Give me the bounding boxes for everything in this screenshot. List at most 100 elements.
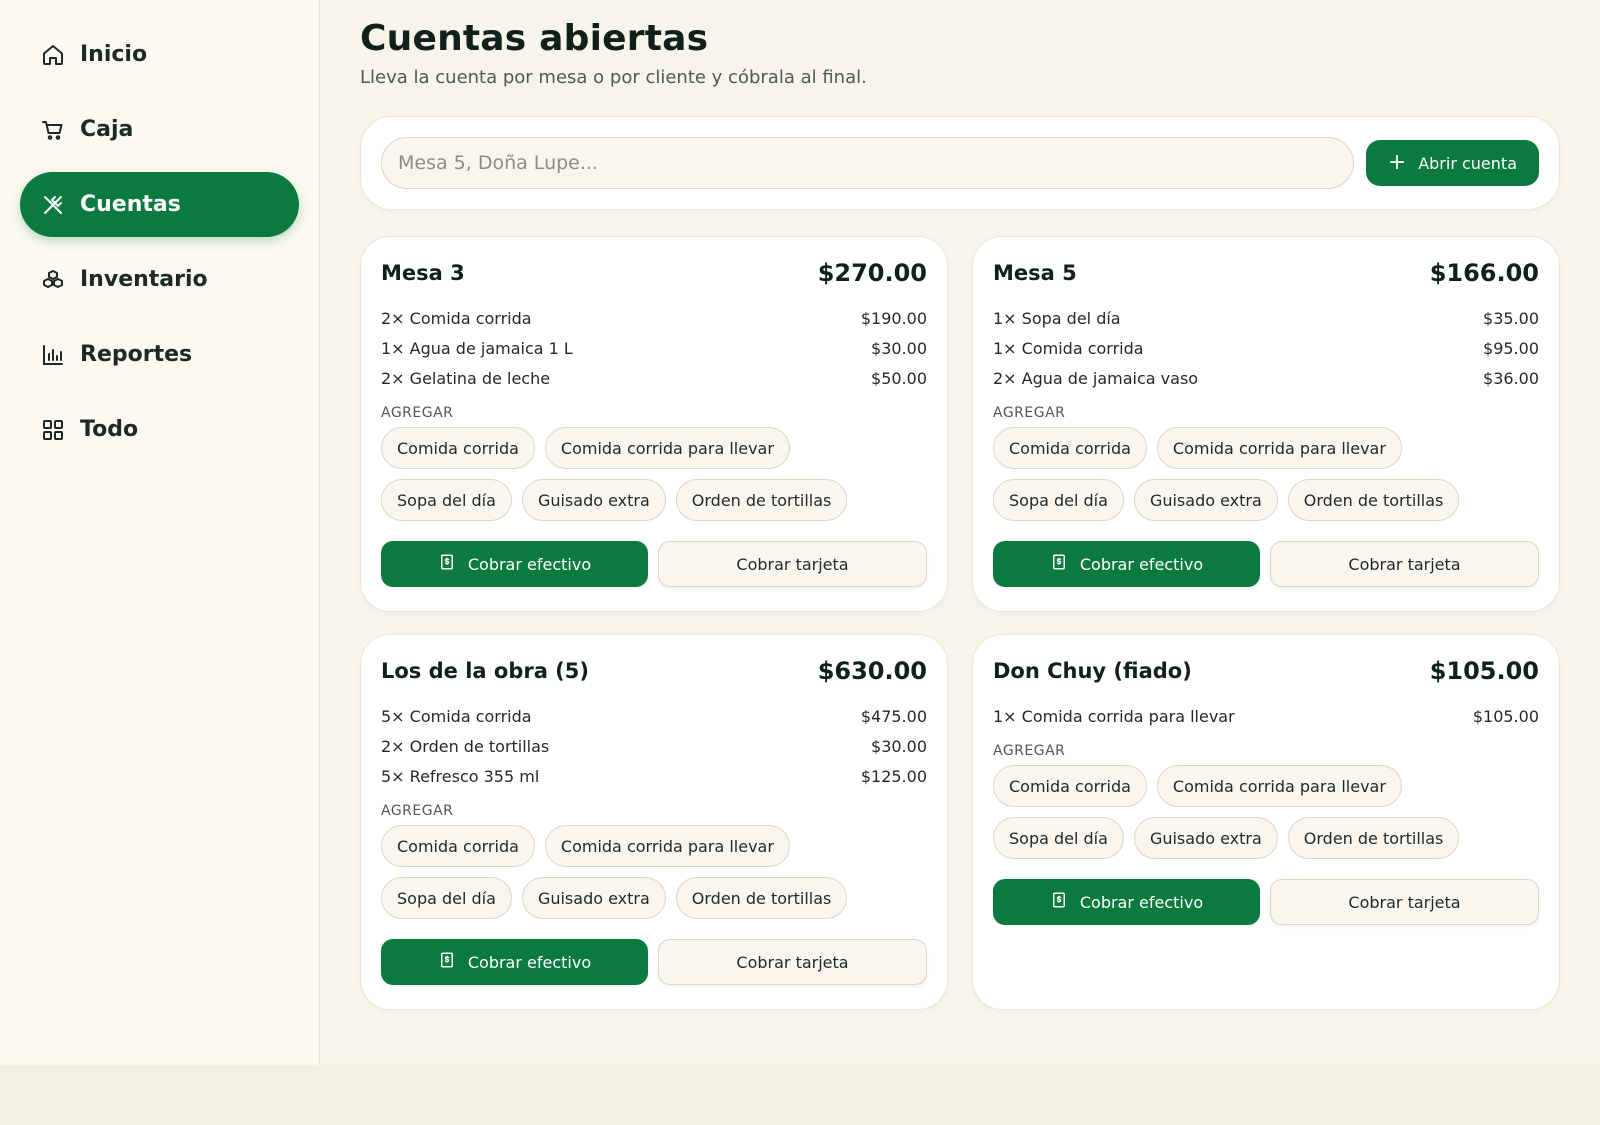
account-name: Don Chuy (fiado) <box>993 659 1192 683</box>
line-amount: $105.00 <box>1472 706 1539 726</box>
account-total: $105.00 <box>1429 657 1539 685</box>
line-amount: $36.00 <box>1483 368 1539 388</box>
pay-cash-button[interactable]: Cobrar efectivo <box>993 541 1260 587</box>
line-item: 5× Refresco 355 ml <box>381 766 540 786</box>
line-amount: $190.00 <box>860 308 927 328</box>
order-line: 2× Agua de jamaica vaso $36.00 <box>993 363 1539 393</box>
open-account-label: Abrir cuenta <box>1418 153 1517 173</box>
sidebar-item-todo[interactable]: Todo <box>20 397 299 462</box>
pay-card-button[interactable]: Cobrar tarjeta <box>1270 879 1539 925</box>
quick-add-chip[interactable]: Guisado extra <box>1133 817 1278 859</box>
pay-card-label: Cobrar tarjeta <box>1348 554 1461 574</box>
account-total: $166.00 <box>1429 259 1539 287</box>
quick-add-chip[interactable]: Sopa del día <box>381 877 512 919</box>
add-section-label: AGREGAR <box>381 803 454 819</box>
sidebar-item-caja[interactable]: Caja <box>20 97 299 162</box>
account-card: Mesa 3 $270.00 2× Comida corrida $190.00 1… <box>360 236 948 612</box>
line-amount: $95.00 <box>1483 338 1539 358</box>
account-name: Mesa 5 <box>993 261 1077 285</box>
order-line: 1× Comida corrida $95.00 <box>993 333 1539 363</box>
sidebar-item-label: Caja <box>80 117 134 142</box>
quick-add-chip[interactable]: Comida corrida para llevar <box>1156 765 1402 807</box>
order-lines: 1× Comida corrida para llevar $105.00 <box>993 701 1539 731</box>
pay-cash-button[interactable]: Cobrar efectivo <box>993 879 1260 925</box>
pay-card-label: Cobrar tarjeta <box>1348 892 1461 912</box>
quick-add-chip[interactable]: Sopa del día <box>993 817 1124 859</box>
pay-card-button[interactable]: Cobrar tarjeta <box>658 939 927 985</box>
pay-cash-button[interactable]: Cobrar efectivo <box>381 541 648 587</box>
quick-add-chip[interactable]: Sopa del día <box>993 479 1124 521</box>
pay-card-button[interactable]: Cobrar tarjeta <box>658 541 927 587</box>
main-content: Cuentas abiertas Lleva la cuenta por mes… <box>360 18 1560 1010</box>
home-icon <box>40 42 66 68</box>
quick-add-chip[interactable]: Comida corrida <box>993 427 1147 469</box>
quick-add-chip[interactable]: Orden de tortillas <box>675 479 848 521</box>
quick-add-chips: Comida corrida Comida corrida para llevar… <box>381 825 927 919</box>
quick-add-chip[interactable]: Guisado extra <box>521 479 666 521</box>
sidebar-item-inventario[interactable]: Inventario <box>20 247 299 312</box>
pay-card-label: Cobrar tarjeta <box>736 554 849 574</box>
quick-add-chip[interactable]: Orden de tortillas <box>1287 817 1460 859</box>
line-item: 2× Comida corrida <box>381 308 532 328</box>
quick-add-chip[interactable]: Comida corrida para llevar <box>1156 427 1402 469</box>
line-item: 1× Comida corrida <box>993 338 1144 358</box>
cash-icon <box>438 951 456 973</box>
line-item: 1× Sopa del día <box>993 308 1121 328</box>
accounts-grid: Mesa 3 $270.00 2× Comida corrida $190.00 1… <box>360 236 1560 1010</box>
order-lines: 2× Comida corrida $190.00 1× Agua de jamai… <box>381 303 927 393</box>
order-line: 1× Comida corrida para llevar $105.00 <box>993 701 1539 731</box>
line-item: 1× Comida corrida para llevar <box>993 706 1235 726</box>
grid-icon <box>40 417 66 443</box>
account-name: Los de la obra (5) <box>381 659 589 683</box>
pay-cash-label: Cobrar efectivo <box>467 952 592 972</box>
account-card: Don Chuy (fiado) $105.00 1× Comida corri… <box>972 634 1560 1010</box>
cash-icon <box>438 553 456 575</box>
quick-add-chip[interactable]: Guisado extra <box>1133 479 1278 521</box>
quick-add-chip[interactable]: Comida corrida para llevar <box>544 825 790 867</box>
line-item: 2× Agua de jamaica vaso <box>993 368 1199 388</box>
page-subtitle: Lleva la cuenta por mesa o por cliente y… <box>360 67 867 88</box>
order-line: 2× Comida corrida $190.00 <box>381 303 927 333</box>
quick-add-chip[interactable]: Sopa del día <box>381 479 512 521</box>
line-amount: $30.00 <box>871 736 927 756</box>
line-item: 5× Comida corrida <box>381 706 532 726</box>
quick-add-chip[interactable]: Orden de tortillas <box>675 877 848 919</box>
account-total: $630.00 <box>817 657 927 685</box>
line-amount: $50.00 <box>871 368 927 388</box>
line-amount: $125.00 <box>860 766 927 786</box>
order-line: 5× Refresco 355 ml $125.00 <box>381 761 927 791</box>
quick-add-chip[interactable]: Comida corrida para llevar <box>544 427 790 469</box>
pay-card-button[interactable]: Cobrar tarjeta <box>1270 541 1539 587</box>
sidebar-item-label: Reportes <box>80 342 193 367</box>
order-line: 1× Sopa del día $35.00 <box>993 303 1539 333</box>
pay-cash-button[interactable]: Cobrar efectivo <box>381 939 648 985</box>
utensils-icon <box>40 192 66 218</box>
order-line: 2× Gelatina de leche $50.00 <box>381 363 927 393</box>
sidebar-item-label: Cuentas <box>80 192 181 217</box>
order-line: 1× Agua de jamaica 1 L $30.00 <box>381 333 927 363</box>
sidebar-item-reportes[interactable]: Reportes <box>20 322 299 387</box>
boxes-icon <box>40 267 66 293</box>
sidebar-item-cuentas[interactable]: Cuentas <box>20 172 299 237</box>
cart-icon <box>40 117 66 143</box>
pay-cash-label: Cobrar efectivo <box>1079 892 1204 912</box>
quick-add-chip[interactable]: Guisado extra <box>521 877 666 919</box>
line-amount: $475.00 <box>860 706 927 726</box>
quick-add-chip[interactable]: Orden de tortillas <box>1287 479 1460 521</box>
quick-add-chip[interactable]: Comida corrida <box>381 825 535 867</box>
plus-icon: + <box>1387 150 1407 175</box>
sidebar-item-inicio[interactable]: Inicio <box>20 22 299 87</box>
sidebar: Inicio Caja Cuentas Inventario Reportes … <box>0 0 320 1065</box>
account-total: $270.00 <box>817 259 927 287</box>
account-name-input[interactable] <box>381 137 1354 189</box>
quick-add-chip[interactable]: Comida corrida <box>993 765 1147 807</box>
line-amount: $35.00 <box>1483 308 1539 328</box>
line-amount: $30.00 <box>871 338 927 358</box>
new-account-bar: + Abrir cuenta <box>360 116 1560 210</box>
sidebar-item-label: Inicio <box>80 42 148 67</box>
line-item: 2× Gelatina de leche <box>381 368 551 388</box>
quick-add-chip[interactable]: Comida corrida <box>381 427 535 469</box>
open-account-button[interactable]: + Abrir cuenta <box>1365 140 1539 186</box>
order-lines: 1× Sopa del día $35.00 1× Comida corrida $9… <box>993 303 1539 393</box>
account-card: Mesa 5 $166.00 1× Sopa del día $35.00 1× C… <box>972 236 1560 612</box>
